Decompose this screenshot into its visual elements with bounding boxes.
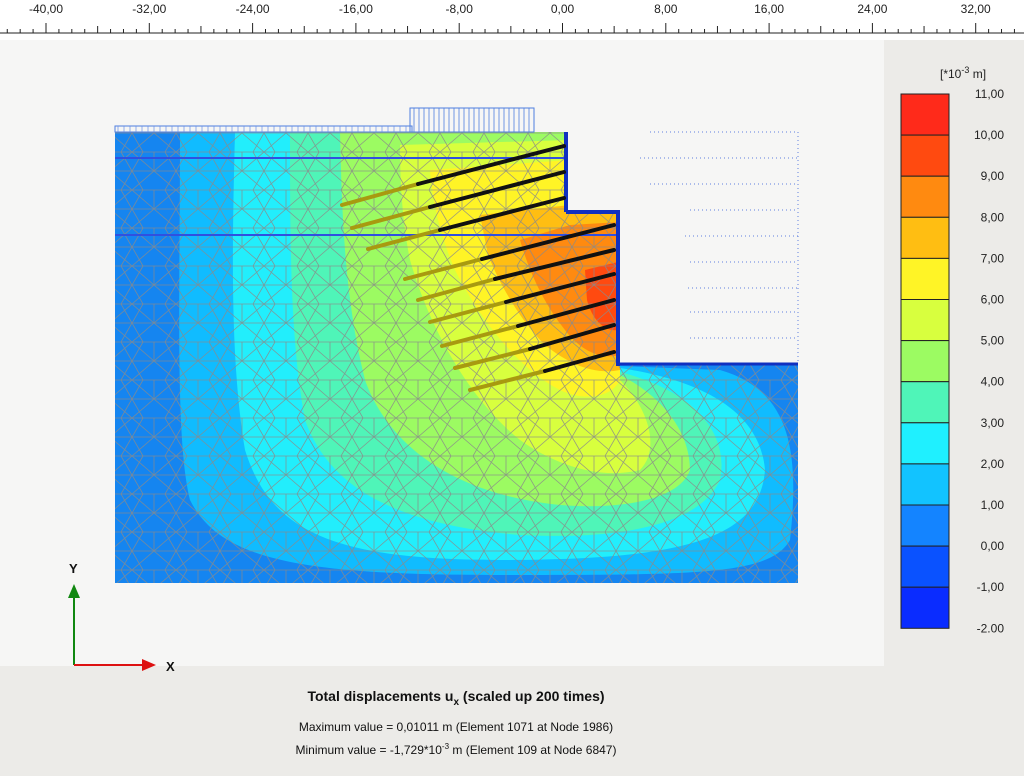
horizontal-ruler: -40,00 -32,00 -24,00 -16,00 -8,00 0,00 8,00 16,… [0,0,1024,40]
legend-label: 2,00 [981,457,1005,471]
surface-load-small [114,125,413,133]
minimum-value-text: Minimum value = -1,729*10-3 m (Element 1… [295,742,617,757]
ruler-label: -8,00 [446,2,474,16]
legend-swatch [900,216,950,259]
ruler-label: 16,00 [754,2,784,16]
legend-swatch [900,504,950,547]
ruler-label: -32,00 [132,2,166,16]
legend-label: 10,00 [974,128,1004,142]
ruler-label: 32,00 [961,2,991,16]
legend-label: -1,00 [977,580,1005,594]
model-view[interactable]: Y X [0,40,884,674]
legend-label: -2.00 [977,621,1005,635]
legend-swatch [900,381,950,424]
surface-load-large [409,107,535,133]
legend-label: 0,00 [981,539,1005,553]
ruler-label: -16,00 [339,2,373,16]
legend-swatch [900,422,950,465]
legend-label: 3,00 [981,416,1005,430]
ruler-label: 0,00 [551,2,575,16]
legend-label: 7,00 [981,251,1005,265]
ruler-label: 8,00 [654,2,678,16]
axes-indicator: Y X [68,561,175,674]
ruler-label: -24,00 [236,2,270,16]
color-legend: [*10-3 m] 11,00 10,00 9,00 8,00 7,00 6,00 5,00 4… [900,65,1005,635]
legend-label: 8,00 [981,210,1005,224]
y-arrow-head [68,584,80,598]
ruler-label: 24,00 [857,2,887,16]
y-axis-label: Y [69,561,78,576]
legend-swatch [900,134,950,177]
legend-swatch [900,463,950,506]
legend-label: 5,00 [981,334,1005,348]
maximum-value-text: Maximum value = 0,01011 m (Element 1071 … [298,720,614,734]
legend-unit: [*10-3 m] [940,65,986,81]
legend-swatch [900,299,950,342]
legend-label: 1,00 [981,498,1005,512]
excavated-phase-lines [640,131,799,364]
legend-swatch [900,545,950,588]
legend-swatch [900,586,950,629]
legend-swatch [900,257,950,300]
legend-label: 4,00 [981,375,1005,389]
legend-swatch [900,340,950,383]
x-arrow-head [142,659,156,671]
x-axis-label: X [166,659,175,674]
result-title: Total displacements ux (scaled up 200 ti… [307,688,605,708]
legend-label: 6,00 [981,293,1005,307]
legend-label: 11,00 [975,87,1004,101]
legend-swatch [900,175,950,218]
legend-swatch [900,93,950,136]
ruler-label: -40,00 [29,2,63,16]
legend-label: 9,00 [981,169,1005,183]
